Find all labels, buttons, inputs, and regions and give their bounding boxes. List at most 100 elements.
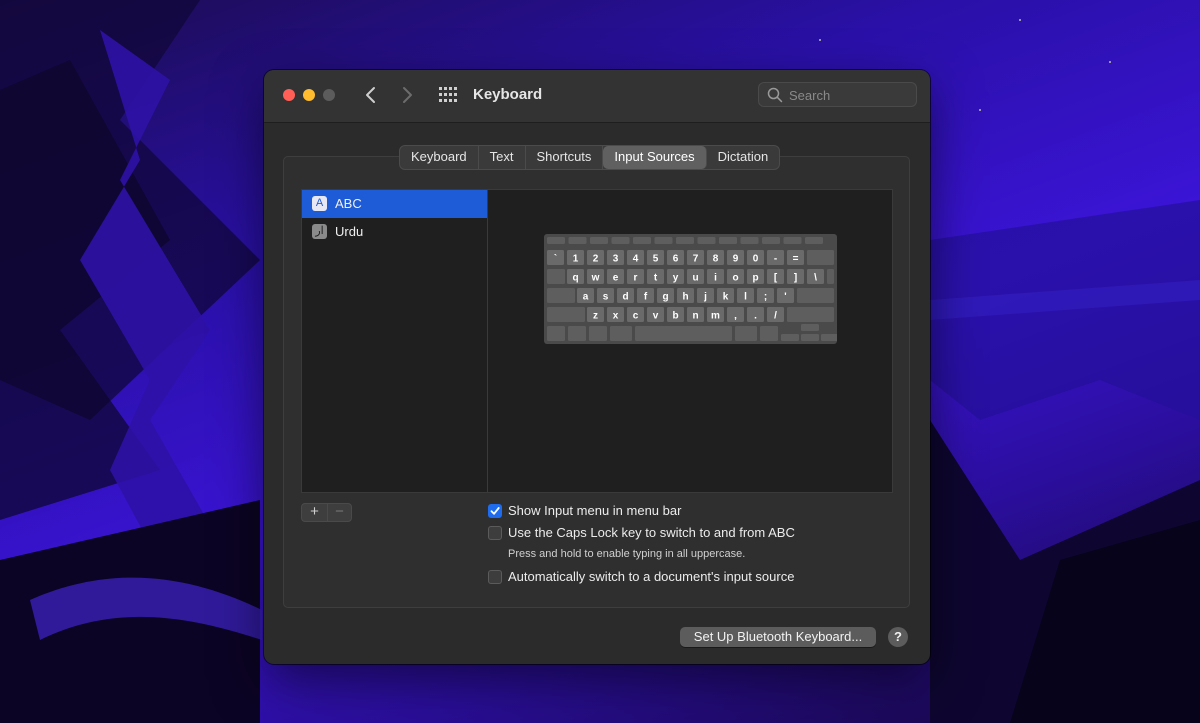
function-key [590, 237, 608, 244]
modifier-key [589, 326, 607, 341]
help-button[interactable]: ? [888, 627, 908, 647]
key-label: a [583, 292, 589, 303]
function-key [740, 237, 759, 244]
arrow-key [801, 324, 819, 331]
key-label: h [682, 292, 688, 303]
key-label: u [692, 273, 698, 284]
key-label: g [662, 292, 668, 303]
caps-lock-switch-label: Use the Caps Lock key to switch to and f… [508, 525, 795, 540]
key-label: z [593, 311, 598, 322]
auto-switch-label: Automatically switch to a document's inp… [508, 569, 795, 584]
key-label: w [591, 273, 600, 284]
key-label: n [692, 311, 698, 322]
key-label: e [613, 273, 619, 284]
tab-text[interactable]: Text [479, 146, 526, 169]
function-key [568, 237, 587, 244]
key-label: b [672, 311, 678, 322]
show-all-grid-icon[interactable] [438, 86, 458, 104]
key-label: r [634, 273, 638, 284]
modifier-key [735, 326, 757, 341]
modifier-key [760, 326, 778, 341]
key-label: 1 [573, 254, 579, 265]
window-title: Keyboard [473, 86, 543, 103]
function-key [805, 237, 823, 244]
tab-dictation[interactable]: Dictation [707, 146, 780, 169]
key-label: 8 [713, 254, 719, 265]
remove-input-source-button[interactable]: − [327, 504, 352, 521]
close-button[interactable] [283, 89, 295, 101]
tab-keyboard[interactable]: Keyboard [400, 146, 479, 169]
key-label: k [723, 292, 729, 303]
modifier-key [568, 326, 586, 341]
checkmark-icon [490, 507, 500, 515]
modifier-key [547, 269, 565, 284]
key-label: ' [784, 292, 786, 303]
arrow-key [821, 334, 837, 341]
search-input[interactable] [787, 85, 915, 106]
key-label: y [673, 273, 679, 284]
key-label: ; [764, 292, 767, 303]
key-label: c [633, 311, 639, 322]
zoom-button[interactable] [323, 89, 335, 101]
tab-input-sources[interactable]: Input Sources [603, 146, 707, 169]
key-label: 4 [633, 254, 639, 265]
key-label: 0 [753, 254, 759, 265]
key-label: 5 [653, 254, 659, 265]
function-key [547, 237, 565, 244]
key-label: i [714, 273, 717, 284]
key-label: s [603, 292, 609, 303]
key-label: = [793, 254, 799, 265]
key-label: ] [794, 273, 797, 284]
key-label: 2 [593, 254, 599, 265]
show-input-menu-checkbox[interactable] [488, 504, 502, 518]
forward-arrow-icon[interactable] [396, 84, 418, 106]
key-label: / [774, 311, 777, 322]
search-icon [767, 87, 783, 103]
modifier-key [807, 250, 834, 265]
list-item-label: Urdu [335, 224, 364, 239]
setup-bluetooth-keyboard-button[interactable]: Set Up Bluetooth Keyboard... [680, 627, 876, 647]
key-label: j [703, 292, 707, 303]
key-label: , [734, 311, 737, 322]
modifier-key [787, 307, 834, 322]
key-label: l [744, 292, 747, 303]
auto-switch-checkbox[interactable] [488, 570, 502, 584]
modifier-key [547, 307, 585, 322]
key-label: . [754, 311, 757, 322]
key-label: o [732, 273, 738, 284]
keyboard-preferences-window: Keyboard Keyboard Text Shortcuts Input S… [264, 70, 930, 664]
show-input-menu-label: Show Input menu in menu bar [508, 503, 682, 518]
abc-input-source-icon: A [312, 196, 327, 211]
tab-shortcuts[interactable]: Shortcuts [526, 146, 604, 169]
caps-lock-switch-checkbox[interactable] [488, 526, 502, 540]
key-label: 9 [733, 254, 739, 265]
key-label: \ [814, 273, 817, 284]
back-arrow-icon[interactable] [360, 84, 382, 106]
space-bar [635, 326, 732, 341]
key-label: m [711, 311, 720, 322]
input-sources-list[interactable]: A ABC ار Urdu [301, 189, 488, 493]
arrow-key [801, 334, 819, 341]
modifier-key [547, 288, 575, 303]
caps-lock-hint: Press and hold to enable typing in all u… [508, 548, 746, 560]
function-key [783, 237, 802, 244]
keyboard-layout-preview: ` 1 2 3 4 5 6 7 8 9 0- =q w e r t y u i o p[] \a s d f g h j k l;'z x c… [544, 234, 837, 344]
key-label: v [653, 311, 659, 322]
list-item-urdu[interactable]: ار Urdu [302, 218, 487, 246]
add-input-source-button[interactable]: + [302, 504, 328, 521]
modifier-key [547, 326, 565, 341]
list-item-label: ABC [335, 196, 362, 211]
function-key [697, 237, 716, 244]
arrow-key [781, 334, 799, 341]
modifier-key [610, 326, 632, 341]
minimize-button[interactable] [303, 89, 315, 101]
modifier-key [827, 269, 834, 284]
search-field[interactable] [758, 82, 917, 107]
modifier-key [797, 288, 834, 303]
function-key [676, 237, 694, 244]
list-item-abc[interactable]: A ABC [302, 190, 487, 218]
title-bar: Keyboard [264, 70, 930, 123]
key-label: x [613, 311, 619, 322]
function-key [762, 237, 780, 244]
key-label: 3 [613, 254, 619, 265]
